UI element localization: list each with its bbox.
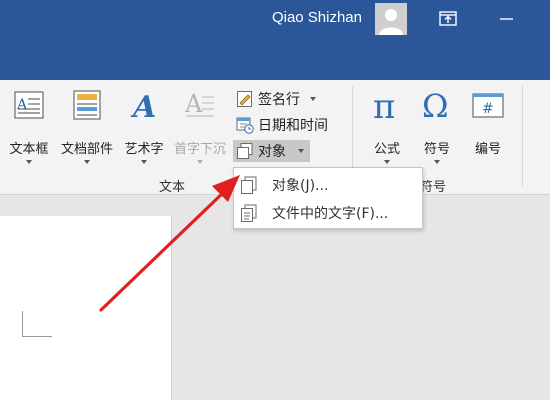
calendar-clock-icon (236, 116, 254, 134)
quick-parts-icon (73, 90, 101, 120)
chevron-down-icon (384, 160, 390, 164)
document-page[interactable] (0, 216, 172, 400)
title-bar: Qiao Shizhan (0, 0, 550, 80)
svg-text:A: A (130, 90, 156, 122)
signature-line-label: 签名行 (258, 92, 300, 108)
number-icon: # (472, 93, 504, 118)
textbox-icon: A (14, 91, 44, 119)
textbox-button[interactable]: A 文本框 (4, 86, 54, 168)
svg-text:A: A (184, 90, 203, 118)
textbox-label: 文本框 (9, 142, 49, 157)
wordart-label: 艺术字 (124, 142, 164, 157)
object-icon (240, 175, 258, 195)
chevron-down-icon (197, 160, 203, 164)
omega-icon: Ω (422, 88, 449, 122)
chevron-down-icon (84, 160, 90, 164)
object-dropdown-menu: 对象(J)... 文件中的文字(F)... (233, 167, 423, 229)
equation-label: 公式 (373, 142, 400, 157)
object-label: 对象 (258, 144, 286, 160)
ribbon-display-options-icon[interactable] (436, 6, 462, 32)
svg-text:Ω: Ω (422, 88, 449, 122)
svg-text:π: π (373, 88, 395, 122)
dropcap-icon: A (184, 90, 214, 118)
symbol-button[interactable]: Ω 符号 (414, 86, 460, 168)
minimize-icon[interactable] (494, 6, 520, 32)
date-time-label: 日期和时间 (258, 118, 328, 134)
chevron-down-icon (141, 160, 147, 164)
chevron-down-icon (310, 97, 316, 101)
quick-parts-button[interactable]: 文档部件 (56, 86, 118, 168)
user-name[interactable]: Qiao Shizhan (272, 9, 362, 26)
number-button[interactable]: # 编号 (464, 86, 512, 158)
chevron-down-icon (26, 160, 32, 164)
equation-button[interactable]: π 公式 (364, 86, 410, 168)
menu-item-label: 对象(J)... (272, 178, 329, 194)
symbol-label: 符号 (423, 142, 450, 157)
signature-line-icon (236, 90, 254, 108)
text-group-label: 文本 (159, 180, 186, 195)
avatar-icon[interactable] (375, 3, 407, 35)
signature-line-button[interactable]: 签名行 (236, 88, 316, 110)
wordart-button[interactable]: A 艺术字 (120, 86, 168, 168)
number-label: 编号 (474, 142, 501, 157)
chevron-down-icon (298, 149, 304, 153)
dropcap-button[interactable]: A 首字下沉 (170, 86, 230, 168)
object-button[interactable]: 对象 (233, 140, 310, 162)
menu-item-label: 文件中的文字(F)... (272, 206, 389, 222)
svg-text:A: A (16, 97, 28, 113)
object-icon (236, 142, 254, 160)
menu-item-object[interactable]: 对象(J)... (234, 171, 422, 199)
pi-icon: π (373, 88, 395, 122)
chevron-down-icon (434, 160, 440, 164)
quick-parts-label: 文档部件 (60, 142, 113, 157)
dropcap-label: 首字下沉 (173, 142, 226, 157)
date-time-button[interactable]: 日期和时间 (236, 114, 328, 136)
group-divider (522, 86, 523, 186)
menu-item-text-from-file[interactable]: 文件中的文字(F)... (234, 199, 422, 227)
margin-corner-mark (22, 311, 52, 337)
symbols-group-label: 符号 (420, 180, 447, 195)
svg-text:#: # (482, 101, 494, 117)
wordart-icon: A (130, 90, 156, 122)
text-from-file-icon (240, 203, 258, 223)
